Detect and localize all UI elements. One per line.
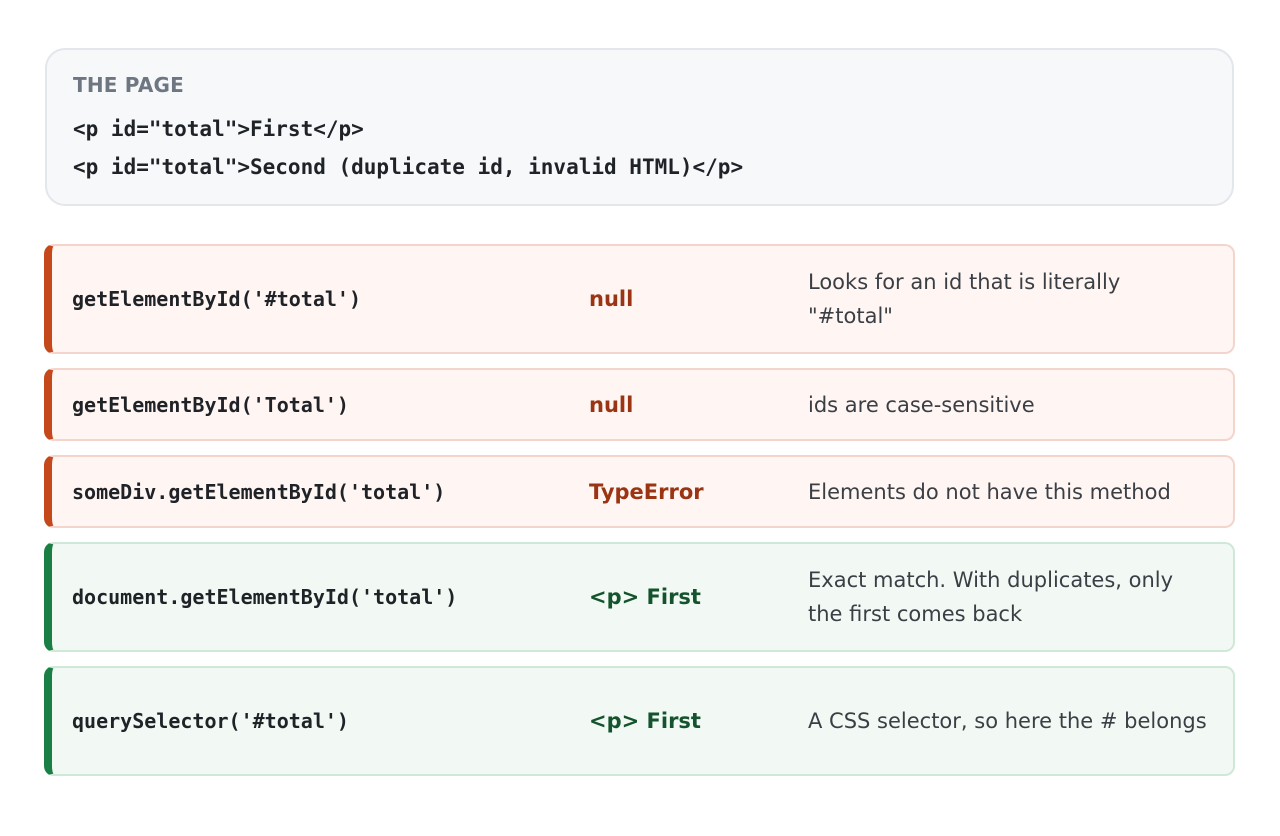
lookup-results-list: getElementById('#total') null Looks for …: [44, 244, 1235, 790]
page-source-line-2: <p id="total">Second (duplicate id, inva…: [73, 155, 744, 179]
page-source-label: THE PAGE: [73, 73, 184, 97]
row-result: null: [589, 392, 634, 417]
page-source-line-1: <p id="total">First</p>: [73, 117, 364, 141]
row-call: getElementById('Total'): [72, 392, 349, 417]
row-result: TypeError: [589, 479, 704, 504]
result-row-element-method: someDiv.getElementById('total') TypeErro…: [44, 455, 1235, 528]
result-row-hash-id: getElementById('#total') null Looks for …: [44, 244, 1235, 354]
result-row-document: document.getElementById('total') <p> Fir…: [44, 542, 1235, 652]
row-call: document.getElementById('total'): [72, 585, 458, 609]
row-result: <p> First: [589, 709, 701, 733]
result-row-case: getElementById('Total') null ids are cas…: [44, 368, 1235, 441]
row-call: getElementById('#total'): [72, 287, 361, 311]
row-call: someDiv.getElementById('total'): [72, 479, 446, 504]
row-call: querySelector('#total'): [72, 709, 349, 733]
row-note: Exact match. With duplicates, only the f…: [808, 568, 1174, 626]
row-result: <p> First: [589, 585, 701, 609]
result-row-query-selector: querySelector('#total') <p> First A CSS …: [44, 666, 1235, 776]
page-source-box: THE PAGE <p id="total">First</p> <p id="…: [45, 48, 1234, 206]
row-note: Looks for an id that is literally "#tota…: [808, 270, 1121, 328]
row-note: Elements do not have this method: [808, 479, 1171, 504]
row-result: null: [589, 287, 634, 311]
row-note: A CSS selector, so here the # belongs: [808, 709, 1207, 733]
row-note: ids are case-sensitive: [808, 392, 1035, 417]
